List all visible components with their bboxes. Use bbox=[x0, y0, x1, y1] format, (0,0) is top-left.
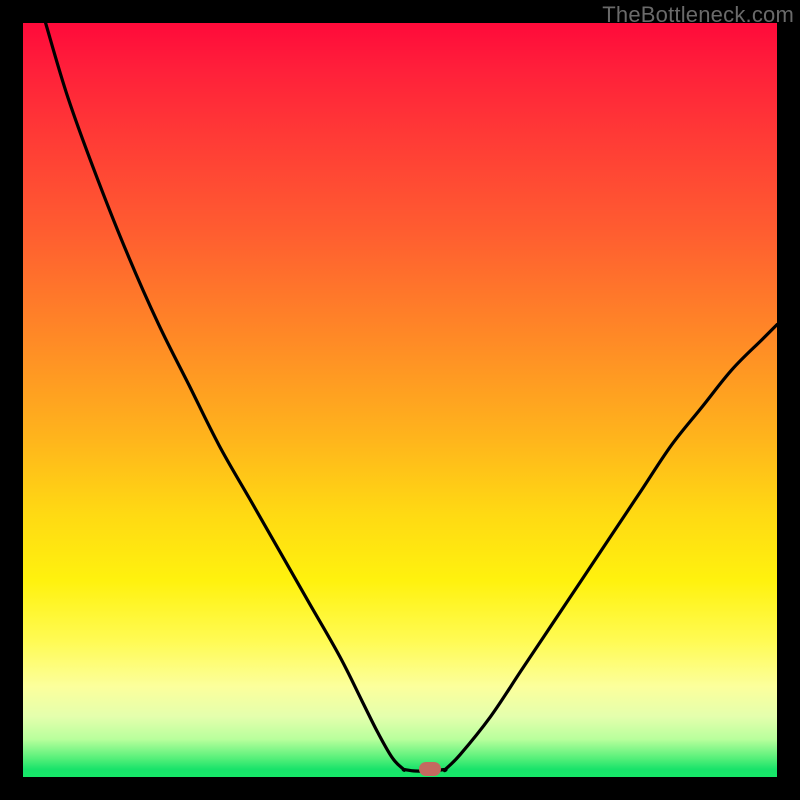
plot-area bbox=[23, 23, 777, 777]
chart-frame: TheBottleneck.com bbox=[0, 0, 800, 800]
bottleneck-curve bbox=[23, 23, 777, 777]
min-marker bbox=[419, 762, 441, 776]
